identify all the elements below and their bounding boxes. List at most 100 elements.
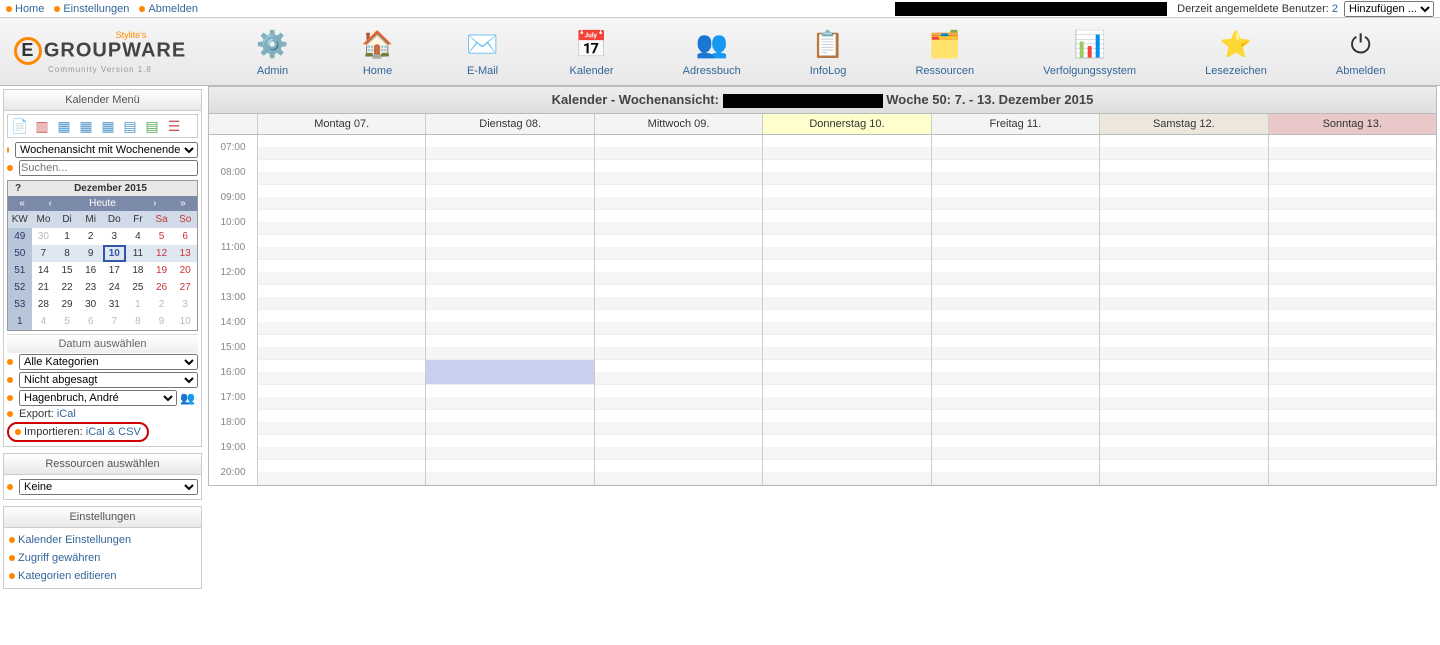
hour-cell[interactable] (258, 235, 425, 260)
minical-day[interactable]: 5 (150, 228, 174, 245)
minical-day[interactable]: 25 (126, 279, 150, 296)
hour-cell[interactable] (763, 460, 930, 485)
hour-cell[interactable] (1100, 360, 1267, 385)
minical-day[interactable]: 18 (126, 262, 150, 279)
day-header[interactable]: Donnerstag 10. (762, 114, 930, 134)
hour-cell[interactable] (932, 460, 1099, 485)
app-ressourcen[interactable]: 🗂️Ressourcen (915, 27, 974, 77)
hour-cell[interactable] (426, 410, 593, 435)
hour-cell[interactable] (426, 435, 593, 460)
hour-cell[interactable] (595, 410, 762, 435)
minical-day[interactable]: 31 (103, 296, 127, 313)
hour-cell[interactable] (258, 385, 425, 410)
app-admin[interactable]: ⚙️Admin (255, 27, 291, 77)
month-view-icon[interactable]: ▤ (121, 118, 139, 134)
minical-day[interactable]: 10 (173, 313, 197, 330)
hour-cell[interactable] (1100, 310, 1267, 335)
hour-cell[interactable] (763, 235, 930, 260)
day-column[interactable] (257, 135, 425, 485)
hour-cell[interactable] (1269, 235, 1436, 260)
minical-day[interactable]: 1 (126, 296, 150, 313)
hour-cell[interactable] (426, 285, 593, 310)
day-header[interactable]: Montag 07. (257, 114, 425, 134)
minical-day[interactable]: 9 (150, 313, 174, 330)
hour-cell[interactable] (1100, 460, 1267, 485)
minical-day[interactable]: 6 (173, 228, 197, 245)
topnav-home[interactable]: Home (6, 3, 44, 15)
app-email[interactable]: ✉️E-Mail (465, 27, 501, 77)
hour-cell[interactable] (426, 235, 593, 260)
app-infolog[interactable]: 📋InfoLog (810, 27, 847, 77)
hour-cell[interactable] (932, 335, 1099, 360)
minical-day[interactable]: 16 (79, 262, 103, 279)
minical-day[interactable]: 22 (55, 279, 79, 296)
hour-cell[interactable] (1269, 460, 1436, 485)
app-kalender[interactable]: 📅Kalender (570, 27, 614, 77)
day-column[interactable] (931, 135, 1099, 485)
hour-cell[interactable] (595, 160, 762, 185)
minical-day[interactable]: 30 (32, 228, 56, 245)
hour-cell[interactable] (1269, 285, 1436, 310)
minical-day[interactable]: 9 (79, 245, 103, 262)
hour-cell[interactable] (1100, 385, 1267, 410)
minical-day[interactable]: 4 (32, 313, 56, 330)
hour-cell[interactable] (1100, 135, 1267, 160)
category-select[interactable]: Alle Kategorien (19, 354, 198, 370)
hour-cell[interactable] (1269, 385, 1436, 410)
hour-cell[interactable] (258, 260, 425, 285)
minical-day[interactable]: 30 (79, 296, 103, 313)
day-column[interactable] (594, 135, 762, 485)
hour-cell[interactable] (932, 235, 1099, 260)
hour-cell[interactable] (932, 135, 1099, 160)
day-column[interactable] (1099, 135, 1267, 485)
new-event-icon[interactable]: 📄 (11, 118, 29, 134)
minical-day[interactable]: 27 (173, 279, 197, 296)
hour-cell[interactable] (932, 410, 1099, 435)
settings-link[interactable]: Kalender Einstellungen (18, 534, 131, 546)
hour-cell[interactable] (258, 335, 425, 360)
hour-cell[interactable] (1100, 160, 1267, 185)
users-count[interactable]: 2 (1332, 3, 1338, 15)
minical-day[interactable]: 26 (150, 279, 174, 296)
hour-cell[interactable] (426, 385, 593, 410)
hour-cell[interactable] (258, 160, 425, 185)
hour-cell[interactable] (1269, 335, 1436, 360)
hour-cell[interactable] (763, 360, 930, 385)
day-column[interactable] (762, 135, 930, 485)
hour-cell[interactable] (1100, 210, 1267, 235)
hour-cell[interactable] (258, 185, 425, 210)
hour-cell[interactable] (426, 260, 593, 285)
minical-next-year[interactable]: » (169, 196, 197, 211)
hour-cell[interactable] (1100, 410, 1267, 435)
app-verfolgung[interactable]: 📊Verfolgungssystem (1043, 27, 1136, 77)
day-view-icon[interactable]: ▥ (33, 118, 51, 134)
hour-cell[interactable] (1100, 260, 1267, 285)
app-lesezeichen[interactable]: ⭐Lesezeichen (1205, 27, 1267, 77)
hour-cell[interactable] (426, 360, 593, 385)
hour-cell[interactable] (258, 210, 425, 235)
hour-cell[interactable] (763, 260, 930, 285)
minical-prev-year[interactable]: « (8, 196, 36, 211)
hour-cell[interactable] (932, 385, 1099, 410)
hour-cell[interactable] (763, 285, 930, 310)
hour-cell[interactable] (595, 435, 762, 460)
hour-cell[interactable] (932, 160, 1099, 185)
hour-cell[interactable] (426, 135, 593, 160)
hour-cell[interactable] (595, 135, 762, 160)
minical-day[interactable]: 3 (103, 228, 127, 245)
minical-today[interactable]: Heute (64, 196, 140, 211)
minical-day[interactable]: 8 (55, 245, 79, 262)
hour-cell[interactable] (1269, 310, 1436, 335)
minical-day[interactable]: 15 (55, 262, 79, 279)
hour-cell[interactable] (1269, 185, 1436, 210)
minical-day[interactable]: 6 (79, 313, 103, 330)
hour-cell[interactable] (1269, 260, 1436, 285)
hour-cell[interactable] (1269, 360, 1436, 385)
hour-cell[interactable] (932, 285, 1099, 310)
hour-cell[interactable] (1269, 435, 1436, 460)
minical-day[interactable]: 19 (150, 262, 174, 279)
day-column[interactable] (425, 135, 593, 485)
hour-cell[interactable] (1100, 435, 1267, 460)
minical-day[interactable]: 5 (55, 313, 79, 330)
day-header[interactable]: Mittwoch 09. (594, 114, 762, 134)
